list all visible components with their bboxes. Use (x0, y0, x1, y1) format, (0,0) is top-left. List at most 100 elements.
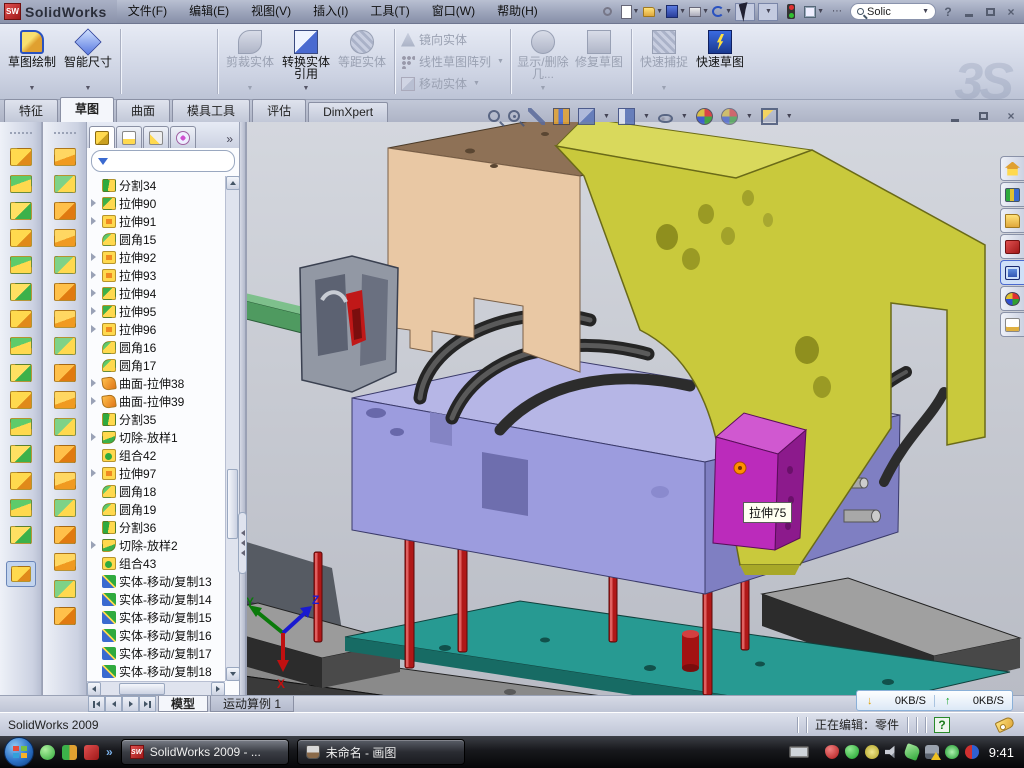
expander-arrow-icon[interactable] (91, 397, 99, 405)
model-tab[interactable]: 运动算例 1 (210, 696, 294, 712)
core-icon[interactable] (54, 526, 76, 544)
file-folder-icon[interactable] (1000, 208, 1024, 233)
color-app-icon[interactable] (62, 745, 77, 760)
commandmanager-tab[interactable]: 草图 (60, 97, 114, 122)
move-entities-button[interactable]: 移动实体▼ (399, 74, 506, 93)
select-box-icon[interactable] (191, 29, 213, 51)
configurationmanager-tab-icon[interactable] (143, 126, 169, 148)
network-warning-icon[interactable] (925, 745, 939, 759)
reference-point-icon[interactable] (10, 445, 32, 463)
sketch-button[interactable]: 草图绘制▼ (4, 26, 60, 97)
filled-surface-icon[interactable] (54, 229, 76, 247)
tree-item[interactable]: 圆角15 (87, 230, 225, 248)
app-restore-icon[interactable] (981, 4, 999, 20)
tree-vertical-scrollbar[interactable] (225, 176, 239, 681)
tree-item[interactable]: 实体-移动/复制16 (87, 626, 225, 644)
update-icon[interactable] (903, 743, 921, 761)
select-arrow-icon[interactable] (735, 3, 755, 21)
section-view-icon[interactable] (553, 108, 570, 125)
tree-item[interactable]: 分割36 (87, 518, 225, 536)
slot-icon[interactable] (125, 73, 147, 95)
design-library-icon[interactable] (1000, 182, 1024, 207)
menu-item[interactable]: 视图(V) (240, 0, 302, 23)
zoom-fit-icon[interactable] (488, 110, 500, 122)
expander-arrow-icon[interactable] (91, 433, 99, 441)
expander-arrow-icon[interactable] (91, 325, 99, 333)
antivirus-shield-icon[interactable] (825, 745, 839, 759)
scroll-down-icon[interactable] (226, 667, 240, 681)
sketch-fillet-icon[interactable] (169, 73, 191, 95)
commandmanager-tab[interactable]: 评估 (252, 99, 306, 122)
save-icon[interactable]: ▼ (666, 3, 686, 21)
tree-item[interactable]: 曲面-拉伸38 (87, 374, 225, 392)
panel-splitter[interactable] (240, 122, 246, 695)
hide-show-items-icon[interactable] (658, 114, 673, 123)
move-copy-body-icon[interactable] (10, 418, 32, 436)
solidworks-resources-icon[interactable] (1000, 156, 1024, 181)
expander-arrow-icon[interactable] (91, 199, 99, 207)
menu-item[interactable]: 插入(I) (302, 0, 359, 23)
reference-plane-icon[interactable] (10, 499, 32, 517)
pin-icon[interactable] (597, 3, 617, 21)
parting-line-icon[interactable] (54, 418, 76, 436)
tree-item[interactable]: 组合43 (87, 554, 225, 572)
fillet-icon[interactable] (10, 202, 32, 220)
commandmanager-tab[interactable]: 特征 (4, 99, 58, 122)
sketch-text-icon[interactable] (191, 51, 213, 73)
tree-item[interactable]: 实体-移动/复制13 (87, 572, 225, 590)
tree-item[interactable]: 切除-放样2 (87, 536, 225, 554)
doc-restore-icon[interactable] (974, 108, 992, 124)
trim-entities-button[interactable]: 剪裁实体▼ (222, 26, 278, 97)
ellipse-icon[interactable] (169, 51, 191, 73)
model-tab[interactable]: 模型 (158, 696, 208, 712)
zoom-area-icon[interactable] (508, 110, 520, 122)
boss-extrude-icon[interactable] (10, 148, 32, 166)
propertymanager-tab-icon[interactable] (116, 126, 142, 148)
menu-item[interactable]: 编辑(E) (178, 0, 240, 23)
featuremanager-tab-icon[interactable] (89, 126, 115, 148)
display-delete-relations-button[interactable]: 显示/删除几...▼ (515, 26, 571, 97)
spline-icon[interactable] (169, 29, 191, 51)
mirror-feature-icon[interactable] (10, 364, 32, 382)
custom-properties-icon[interactable] (1000, 312, 1024, 337)
open-icon[interactable]: ▼ (643, 3, 663, 21)
app-close-icon[interactable]: × (1002, 4, 1020, 20)
view-settings-icon[interactable] (761, 108, 778, 125)
tree-item[interactable]: 拉伸94 (87, 284, 225, 302)
splitter-collapse-handle[interactable] (238, 512, 247, 574)
tree-item[interactable]: 实体-移动/复制15 (87, 608, 225, 626)
next-tab-icon[interactable] (122, 696, 139, 712)
last-tab-icon[interactable] (139, 696, 156, 712)
select-dropdown-icon[interactable]: ▼ (758, 3, 778, 21)
ruled-surface-icon[interactable] (54, 202, 76, 220)
repair-sketch-button[interactable]: 修复草图 (571, 26, 627, 97)
panel-more-icon[interactable]: » (222, 132, 237, 148)
magenta-block[interactable] (713, 413, 806, 550)
search-input[interactable]: Solic ▼ (850, 3, 936, 20)
quick-snaps-button[interactable]: 快速捕捉▼ (636, 26, 692, 97)
tree-item[interactable]: 拉伸90 (87, 194, 225, 212)
scroll-up-icon[interactable] (226, 176, 240, 190)
doc-minimize-icon[interactable] (946, 108, 964, 124)
spline-tool-icon[interactable] (54, 607, 76, 625)
reference-axis-icon[interactable] (10, 472, 32, 490)
gray-clamp-part[interactable] (247, 256, 398, 392)
tree-item[interactable]: 圆角17 (87, 356, 225, 374)
untrim-surface-icon[interactable] (54, 364, 76, 382)
planar-surface-icon[interactable] (54, 148, 76, 166)
rectangle-icon[interactable] (125, 51, 147, 73)
menu-item[interactable]: 文件(F) (117, 0, 178, 23)
tree-item[interactable]: 拉伸96 (87, 320, 225, 338)
security-shield-icon[interactable] (845, 745, 859, 759)
linear-sketch-pattern-button[interactable]: 线性草图阵列▼ (399, 52, 506, 71)
tree-item[interactable]: 圆角19 (87, 500, 225, 518)
expander-arrow-icon[interactable] (91, 217, 99, 225)
point-icon[interactable] (191, 73, 213, 95)
quicklaunch-more-icon[interactable]: » (106, 745, 113, 759)
app-minimize-icon[interactable] (960, 4, 978, 20)
edit-appearance-icon[interactable] (696, 108, 713, 125)
tree-item[interactable]: 圆角16 (87, 338, 225, 356)
taskbar-window-solidworks[interactable]: SW SolidWorks 2009 - ... (121, 739, 289, 765)
commandmanager-tab[interactable]: 曲面 (116, 99, 170, 122)
tree-horizontal-scrollbar[interactable] (87, 681, 225, 695)
